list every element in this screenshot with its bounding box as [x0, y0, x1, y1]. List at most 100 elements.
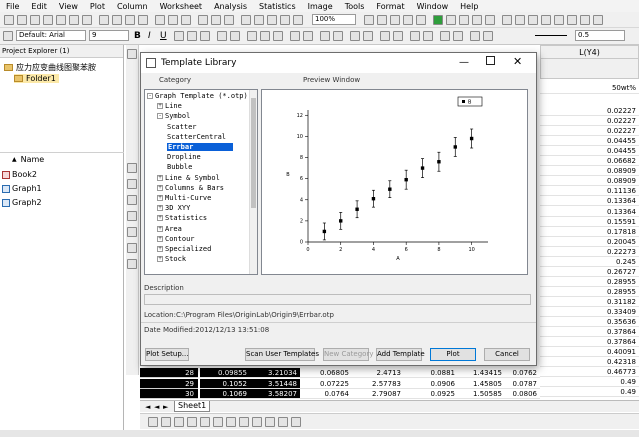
list-item-book2[interactable]: Book2	[2, 170, 37, 179]
color-fill-icon[interactable]	[483, 31, 493, 41]
print-icon[interactable]	[254, 15, 264, 25]
multi-panel-icon[interactable]	[239, 417, 249, 427]
table-cell[interactable]: 0.07225	[300, 379, 352, 389]
category-item[interactable]: + Columns & Bars	[157, 183, 224, 193]
name-column-header[interactable]: ▲ Name	[12, 155, 44, 164]
table-cell[interactable]: 2.57783	[352, 379, 404, 389]
legend-icon[interactable]	[554, 15, 564, 25]
pie-icon[interactable]	[515, 15, 525, 25]
menu-edit[interactable]: Edit	[25, 2, 53, 11]
table-cell[interactable]: 1.45805	[458, 379, 505, 389]
export-icon[interactable]	[181, 15, 191, 25]
open-template-icon[interactable]	[112, 15, 122, 25]
expand-icon[interactable]: +	[157, 195, 163, 201]
tab-scroll-first-icon[interactable]: ◄	[145, 403, 150, 411]
font-size-combo[interactable]: 9	[89, 30, 129, 41]
command-window-icon[interactable]	[390, 15, 400, 25]
add-template-button[interactable]: Add Template	[376, 348, 425, 361]
table-cell[interactable]: 0.46773	[540, 367, 639, 378]
statistics-plot-icon[interactable]	[278, 417, 288, 427]
bold-button[interactable]: B	[134, 31, 141, 41]
table-cell[interactable]: 0.08909	[540, 166, 639, 177]
category-scrollbar[interactable]	[249, 90, 257, 274]
category-item[interactable]: + Statistics	[157, 213, 207, 223]
table-cell[interactable]: 0.0881	[404, 368, 458, 378]
table-cell[interactable]: 0.0762	[505, 368, 540, 378]
menu-image[interactable]: Image	[302, 2, 339, 11]
category-item[interactable]: + Line	[157, 101, 182, 111]
maximize-icon[interactable]	[486, 56, 495, 65]
pie-plot-icon[interactable]	[226, 417, 236, 427]
expand-icon[interactable]: +	[157, 256, 163, 263]
table-cell[interactable]: 0.02227	[540, 116, 639, 127]
chart-icon[interactable]	[502, 15, 512, 25]
scan-templates-button[interactable]: Scan User Templates	[245, 348, 319, 361]
list-item-graph1[interactable]: Graph1	[2, 184, 42, 193]
menu-worksheet[interactable]: Worksheet	[154, 2, 208, 11]
menu-view[interactable]: View	[53, 2, 84, 11]
gradient-icon[interactable]	[453, 31, 463, 41]
menu-file[interactable]: File	[0, 2, 25, 11]
menu-window[interactable]: Window	[411, 2, 455, 11]
row-number[interactable]: 29	[140, 378, 198, 389]
category-item[interactable]: + Line & Symbol	[157, 173, 220, 183]
menu-tools[interactable]: Tools	[339, 2, 371, 11]
table-cell[interactable]: 1.50585	[458, 389, 505, 399]
collapse-icon[interactable]: -	[147, 93, 153, 99]
row-number[interactable]: 28	[140, 368, 198, 378]
table-cell[interactable]: 2.79087	[352, 389, 404, 399]
superscript-icon[interactable]	[174, 31, 184, 41]
table-cell[interactable]: 0.28955	[540, 287, 639, 297]
align-left-icon[interactable]	[247, 31, 257, 41]
minimize-icon[interactable]: —	[459, 57, 469, 68]
table-cell[interactable]: 0.26727	[540, 267, 639, 277]
palette-icon[interactable]	[528, 15, 538, 25]
table-cell[interactable]: 0.1069	[200, 389, 250, 399]
transparency-icon[interactable]	[440, 31, 450, 41]
fill-color-icon[interactable]	[290, 31, 300, 41]
color-scale-icon[interactable]	[541, 15, 551, 25]
table-cell[interactable]: 0.49	[540, 377, 639, 388]
table-cell[interactable]: 0.37864	[540, 337, 639, 348]
table-cell[interactable]: 3.58207	[250, 389, 300, 399]
line-style-icon[interactable]	[410, 31, 420, 41]
category-item[interactable]: - Graph Template (*.otp)	[147, 91, 248, 101]
table-cell[interactable]: 0.35636	[540, 317, 639, 328]
new-graph-icon[interactable]	[30, 15, 40, 25]
category-item[interactable]: - Symbol	[157, 111, 190, 121]
table-cell[interactable]: 0.1052	[200, 378, 250, 389]
tree-root[interactable]: 应力应变曲线图聚苯胺	[4, 62, 96, 73]
duplicate-icon[interactable]	[224, 15, 234, 25]
import-icon[interactable]	[155, 15, 165, 25]
table-cell[interactable]: 0.40091	[540, 347, 639, 358]
new-layout-icon[interactable]	[69, 15, 79, 25]
expand-icon[interactable]: +	[157, 174, 163, 181]
table-cell[interactable]: 0.28955	[540, 277, 639, 287]
column-plot-icon[interactable]	[187, 417, 197, 427]
column-header-l[interactable]: L(Y4)	[540, 45, 639, 79]
template-library-icon[interactable]	[291, 417, 301, 427]
copy-page-icon[interactable]	[267, 15, 277, 25]
checkbox-icon[interactable]	[446, 15, 456, 25]
arrow-style-icon[interactable]	[423, 31, 433, 41]
text-tool-icon[interactable]	[127, 163, 137, 173]
increase-font-icon[interactable]	[217, 31, 227, 41]
category-item[interactable]: Bubble	[167, 162, 192, 172]
expand-icon[interactable]: +	[157, 246, 163, 252]
greek-icon[interactable]	[200, 31, 210, 41]
table-cell[interactable]: 0.37864	[540, 327, 639, 338]
decrease-font-icon[interactable]	[230, 31, 240, 41]
color-icon[interactable]	[470, 31, 480, 41]
recalculate-icon[interactable]	[198, 15, 208, 25]
grid-icon[interactable]	[459, 15, 469, 25]
save-template-icon[interactable]	[138, 15, 148, 25]
new-matrix-icon[interactable]	[43, 15, 53, 25]
collapse-icon[interactable]: -	[157, 113, 163, 120]
table-cell[interactable]: 0.245	[540, 257, 639, 267]
category-item[interactable]: + Multi-Curve	[157, 193, 211, 203]
row-number[interactable]: 30	[140, 389, 198, 399]
table-cell[interactable]: 0.06682	[540, 156, 639, 167]
save-icon[interactable]	[125, 15, 135, 25]
circle-tool-icon[interactable]	[127, 243, 137, 253]
table-cell[interactable]: 0.17818	[540, 227, 639, 237]
